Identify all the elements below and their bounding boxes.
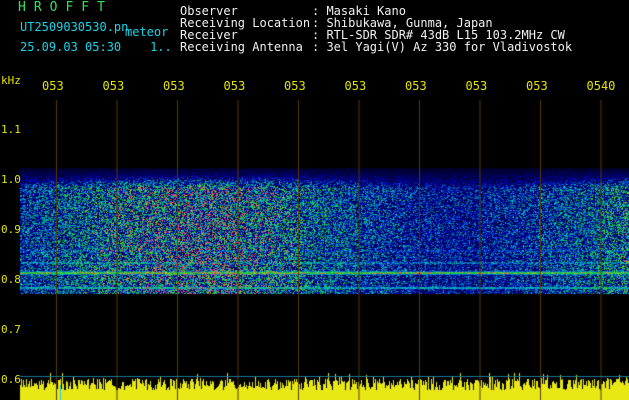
brand-title: HROFFT [18, 0, 113, 15]
x-tick-label: 0540 [586, 79, 616, 93]
x-tick-label: 053 [284, 79, 306, 93]
waterfall-spectrogram [0, 0, 629, 400]
x-tick-label: 053 [526, 79, 548, 93]
x-tick-label: 053 [102, 79, 125, 93]
meta-row-antenna: Receiving Antenna : 3el Yagi(V) Az 330 f… [180, 41, 572, 53]
meta-value: : 3el Yagi(V) Az 330 for Vladivostok [312, 40, 573, 54]
filename-label: UT2509030530.pn [20, 20, 129, 34]
datetime-label: 25.09.03 05:30 1.. [20, 41, 172, 53]
x-tick-label: 053 [344, 79, 367, 93]
meteor-label: meteor [125, 25, 169, 39]
x-tick-label: 053 [163, 79, 185, 93]
x-tick-label: 053 [405, 79, 427, 93]
y-tick-label: 0.8 [1, 273, 21, 286]
datetime-value: 25.09.03 05:30 [20, 40, 122, 54]
meta-label: Receiving Antenna [180, 40, 303, 54]
y-tick-label: 0.6 [1, 373, 21, 386]
x-tick-label: 053 [42, 79, 64, 93]
y-tick-label: 0.9 [1, 223, 21, 236]
station-metadata: Observer : Masaki Kano Receiving Locatio… [180, 5, 572, 53]
y-tick-label: 0.7 [1, 323, 21, 336]
x-tick-label: 053 [223, 79, 246, 93]
y-tick-label: 1.1 [1, 123, 21, 136]
x-tick-label: 053 [465, 79, 488, 93]
y-tick-label: 1.0 [1, 173, 21, 186]
marker-label: 1.. [150, 40, 172, 54]
y-axis-unit: kHz [1, 74, 21, 87]
